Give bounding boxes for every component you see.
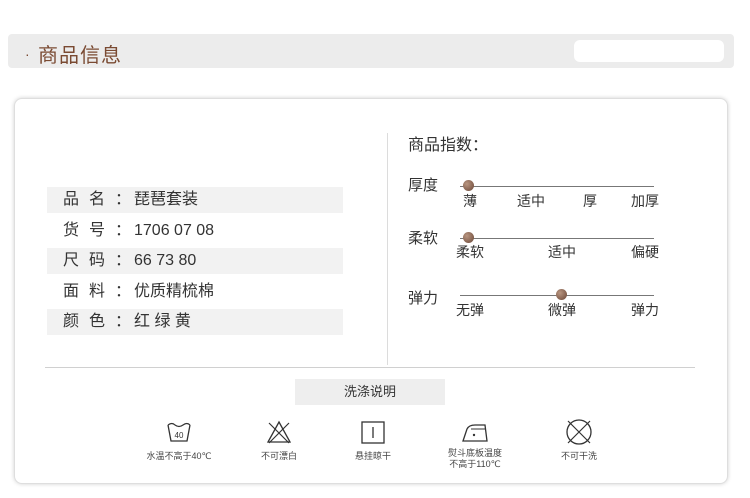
info-label: 尺码： [63, 252, 142, 269]
no-bleach-icon [266, 419, 292, 445]
info-row-fabric: 面料： 优质精梳棉 [47, 279, 343, 305]
section-title: 商品信息 [38, 45, 122, 67]
header-pill [574, 40, 724, 62]
info-label: 面料： [63, 283, 142, 300]
scale-elasticity: 弹力 无弹 微弹 弹力 [408, 287, 678, 327]
care-label: 水温不高于40℃ [146, 451, 212, 461]
scale-label: 柔软 [408, 230, 439, 247]
wash-40-icon: 40 [166, 419, 192, 445]
scale-tick: 适中 [548, 244, 576, 260]
care-label-line1: 熨斗底板温度 [447, 448, 502, 458]
scale-marker [463, 180, 474, 191]
info-row-sku: 货号： 1706 07 08 [47, 218, 343, 244]
iron-icon [459, 419, 491, 445]
scale-softness: 柔软 柔软 适中 偏硬 [408, 227, 678, 267]
scale-tick: 适中 [517, 193, 545, 209]
scale-tick: 弹力 [631, 302, 659, 318]
info-row-color: 颜色： 红 绿 黄 [47, 309, 343, 335]
index-title: 商品指数： [408, 137, 489, 154]
scale-label: 弹力 [408, 290, 439, 307]
info-value: 琵琶套装 [134, 191, 199, 208]
scale-tick: 无弹 [456, 302, 484, 318]
scale-track [460, 238, 654, 239]
care-label-line2: 不高于110℃ [449, 459, 501, 469]
info-value: 优质精梳棉 [134, 283, 215, 300]
scale-tick: 加厚 [631, 193, 659, 209]
scale-tick: 厚 [583, 193, 597, 209]
scale-thickness: 厚度 薄 适中 厚 加厚 [408, 174, 678, 214]
info-label: 货号： [63, 222, 142, 239]
care-label: 不可漂白 [260, 451, 297, 461]
care-label: 不可干洗 [560, 451, 597, 461]
scale-tick: 薄 [463, 193, 477, 209]
info-value: 66 73 80 [134, 252, 197, 269]
info-value: 红 绿 黄 [134, 313, 191, 330]
product-info-card: 品名： 琵琶套装 货号： 1706 07 08 尺码： 66 73 80 面料：… [14, 98, 728, 484]
scale-tick: 偏硬 [631, 244, 659, 260]
no-tumble-dry-icon [564, 417, 594, 447]
scale-tick: 微弹 [548, 302, 576, 318]
horizontal-divider [45, 367, 695, 368]
wash-temp-text: 40 [175, 431, 184, 440]
scale-tick: 柔软 [456, 244, 484, 260]
info-row-size: 尺码： 66 73 80 [47, 248, 343, 274]
hang-dry-icon [360, 419, 386, 445]
header-bullet: · [25, 46, 30, 62]
info-row-name: 品名： 琵琶套装 [47, 187, 343, 213]
info-label: 颜色： [63, 313, 142, 330]
section-header: · 商品信息 [8, 34, 734, 68]
info-value: 1706 07 08 [134, 222, 215, 239]
washing-title: 洗涤说明 [295, 379, 445, 405]
vertical-divider [387, 133, 388, 365]
care-label: 悬挂晾干 [354, 451, 391, 461]
scale-track [460, 186, 654, 187]
info-label: 品名： [63, 191, 142, 208]
scale-marker [556, 289, 567, 300]
scale-label: 厚度 [408, 177, 439, 194]
